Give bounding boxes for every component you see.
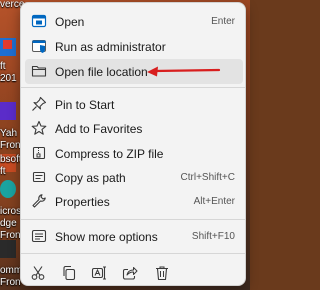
cut-button[interactable]: [26, 261, 50, 285]
menu-separator: [21, 87, 245, 88]
shortcut-badge-icon: [3, 40, 12, 49]
menu-item-label: Properties: [55, 195, 110, 209]
desktop-label-fragment[interactable]: dge: [0, 219, 17, 229]
pin-icon: [31, 96, 47, 112]
desktop-shortcut-icon[interactable]: [0, 102, 16, 120]
menu-item-label: Show more options: [55, 230, 158, 244]
menu-item-run-as-administrator[interactable]: Run as administrator: [25, 34, 243, 59]
menu-separator: [21, 253, 245, 254]
delete-icon: [154, 265, 170, 281]
menu-item-properties[interactable]: Properties Alt+Enter: [25, 189, 243, 214]
desktop-label-fragment[interactable]: Fron: [0, 278, 21, 288]
menu-item-show-more-options[interactable]: Show more options Shift+F10: [25, 224, 243, 249]
menu-item-compress-to-zip[interactable]: Compress to ZIP file: [25, 141, 243, 166]
rename-button[interactable]: [87, 261, 111, 285]
share-icon: [122, 265, 138, 281]
menu-item-shortcut: Shift+F10: [191, 231, 235, 242]
menu-item-label: Open: [55, 15, 85, 29]
menu-item-shortcut: Enter: [211, 16, 235, 27]
edge-icon[interactable]: [0, 180, 16, 198]
copy-icon: [61, 265, 77, 281]
copy-path-icon: [31, 169, 47, 185]
desktop-label-fragment[interactable]: ft: [0, 167, 6, 177]
menu-item-label: Copy as path: [55, 171, 126, 185]
delete-button[interactable]: [150, 261, 174, 285]
desktop-label-fragment[interactable]: 201: [0, 74, 17, 84]
annotation-arrow-icon: [145, 65, 221, 77]
shield-icon: [31, 38, 47, 54]
desktop-label-fragment[interactable]: icros: [0, 207, 21, 217]
copy-button[interactable]: [57, 261, 81, 285]
share-button[interactable]: [118, 261, 142, 285]
menu-item-label: Run as administrator: [55, 40, 166, 54]
menu-item-label: Add to Favorites: [55, 122, 143, 136]
star-icon: [31, 120, 47, 136]
menu-item-label: Compress to ZIP file: [55, 147, 164, 161]
menu-item-shortcut: Ctrl+Shift+C: [180, 172, 235, 183]
desktop-label-fragment[interactable]: Fron: [0, 141, 21, 151]
desktop-label-fragment[interactable]: Yah: [0, 129, 17, 139]
desktop-label-fragment[interactable]: ft: [0, 62, 6, 72]
desktop-shortcut-icon[interactable]: [0, 240, 16, 258]
cut-icon: [30, 265, 46, 281]
menu-item-open[interactable]: Open Enter: [25, 9, 243, 34]
wrench-icon: [31, 193, 47, 209]
desktop-label-fragment[interactable]: omm: [0, 266, 22, 276]
menu-item-label: Pin to Start: [55, 98, 115, 112]
menu-item-copy-as-path[interactable]: Copy as path Ctrl+Shift+C: [25, 165, 243, 190]
folder-icon: [31, 63, 47, 79]
menu-item-pin-to-start[interactable]: Pin to Start: [25, 92, 243, 117]
menu-item-add-to-favorites[interactable]: Add to Favorites: [25, 116, 243, 141]
menu-separator: [21, 219, 245, 220]
desktop-label-fragment[interactable]: bsoft: [0, 155, 22, 165]
rename-icon: [91, 265, 107, 281]
zip-icon: [31, 145, 47, 161]
open-icon: [31, 13, 47, 29]
menu-item-label: Open file location: [55, 65, 148, 79]
more-options-icon: [31, 228, 47, 244]
menu-item-shortcut: Alt+Enter: [193, 196, 235, 207]
context-menu: Open Enter Run as administrator Open fil…: [20, 2, 246, 286]
